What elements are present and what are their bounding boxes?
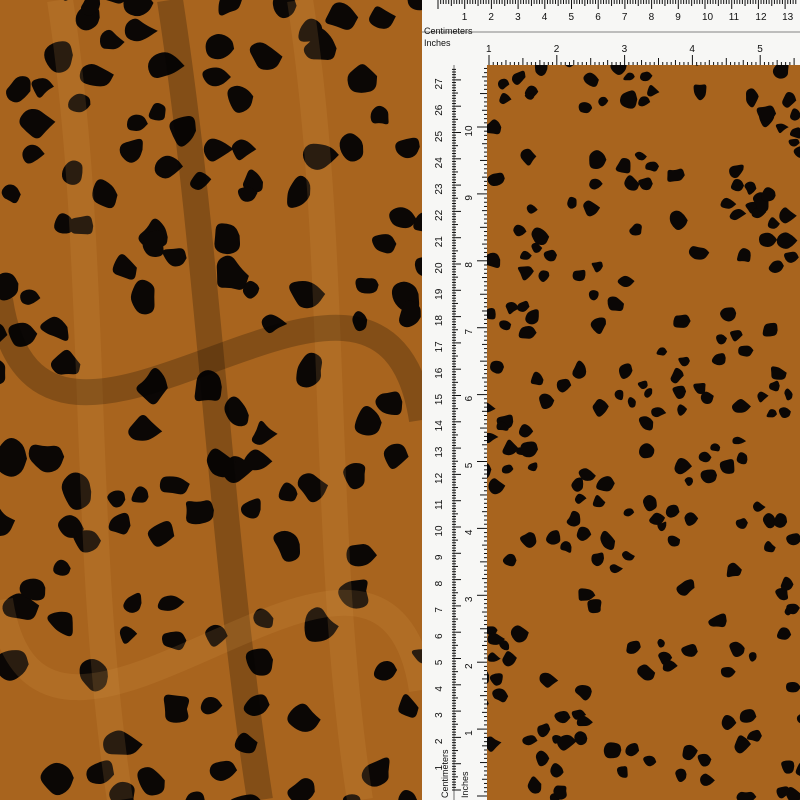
ruler-cm-number: 3 <box>434 712 445 718</box>
spot <box>487 307 496 320</box>
ruler-cm-number: 23 <box>434 183 445 195</box>
fabric-photo: 1234567891011121314 12345 Centimeters In… <box>0 0 800 800</box>
flat-fabric-photo <box>487 65 800 800</box>
ruler-inch-number: 10 <box>464 125 475 137</box>
ruler-cm-number: 20 <box>434 262 445 274</box>
spot <box>572 269 586 282</box>
ruler-cm-number: 14 <box>434 420 445 432</box>
ruler-inch-number: 1 <box>464 730 475 736</box>
ruler-cm-number: 15 <box>434 394 445 406</box>
ruler-top-cm-label: Centimeters <box>424 26 473 36</box>
ruler-cm-number: 13 <box>782 12 794 23</box>
ruler-inch-number: 3 <box>622 44 628 55</box>
ruler-top-in-label: Inches <box>424 38 451 48</box>
ruler-cm-number: 24 <box>434 157 445 169</box>
ruler-cm-number: 22 <box>434 209 445 221</box>
ruler-cm-number: 27 <box>434 78 445 90</box>
ruler-cm-number: 16 <box>434 367 445 379</box>
ruler-inch-number: 5 <box>757 44 763 55</box>
ruler-cm-number: 8 <box>434 580 445 586</box>
ruler-inch-number: 9 <box>464 195 475 201</box>
ruler-cm-number: 8 <box>649 12 655 23</box>
ruler-cm-number: 7 <box>622 12 628 23</box>
spot <box>185 500 214 525</box>
ruler-inch-number: 5 <box>464 462 475 468</box>
ruler-cm-number: 12 <box>755 12 767 23</box>
ruler-cm-number: 11 <box>434 499 445 510</box>
ruler-inch-number: 2 <box>464 663 475 669</box>
ruler-inch-number: 1 <box>486 44 492 55</box>
ruler-cm-number: 6 <box>434 633 445 639</box>
fabric-base <box>487 65 800 800</box>
ruler-cm-number: 9 <box>675 12 681 23</box>
ruler-cm-number: 17 <box>434 341 445 353</box>
ruler-inch-number: 4 <box>464 529 475 535</box>
ruler-cm-number: 9 <box>434 554 445 560</box>
ruler-cm-number: 4 <box>434 686 445 692</box>
spot <box>603 742 622 759</box>
ruler-cm-number: 4 <box>542 12 548 23</box>
ruler-side-cm-label: Centimeters <box>440 749 450 798</box>
ruler-side-in-label: Inches <box>460 771 470 798</box>
ruler-cm-number: 13 <box>434 446 445 458</box>
draped-fabric-photo <box>0 0 422 800</box>
ruler-cm-number: 10 <box>702 12 714 23</box>
ruler-cm-number: 25 <box>434 131 445 143</box>
ruler-inch-number: 3 <box>464 596 475 602</box>
ruler-inch-number: 8 <box>464 262 475 268</box>
ruler-cm-number: 2 <box>488 12 494 23</box>
ruler-cm-number: 11 <box>729 12 740 23</box>
spot <box>163 694 190 723</box>
ruler-inch-number: 2 <box>554 44 560 55</box>
ruler-side: 1234567891011121314151617181920212223242… <box>422 65 487 800</box>
ruler-cm-number: 1 <box>462 12 468 23</box>
ruler-top: 1234567891011121314 12345 Centimeters In… <box>422 0 800 65</box>
ruler-cm-number: 10 <box>434 525 445 537</box>
ruler-cm-number: 21 <box>434 236 445 248</box>
ruler-cm-number: 5 <box>434 659 445 665</box>
ruler-inch-number: 7 <box>464 328 475 334</box>
ruler-cm-number: 19 <box>434 288 445 300</box>
ruler-cm-number: 12 <box>434 472 445 484</box>
ruler-cm-number: 6 <box>595 12 601 23</box>
ruler-cm-number: 18 <box>434 315 445 327</box>
ruler-cm-number: 5 <box>569 12 575 23</box>
spot <box>355 277 379 294</box>
ruler-cm-number: 26 <box>434 104 445 116</box>
ruler-cm-number: 7 <box>434 607 445 613</box>
ruler-inch-number: 4 <box>689 44 695 55</box>
ruler-cm-number: 3 <box>515 12 521 23</box>
ruler-cm-number: 2 <box>434 738 445 744</box>
ruler-inch-number: 6 <box>464 395 475 401</box>
spot <box>587 599 602 614</box>
